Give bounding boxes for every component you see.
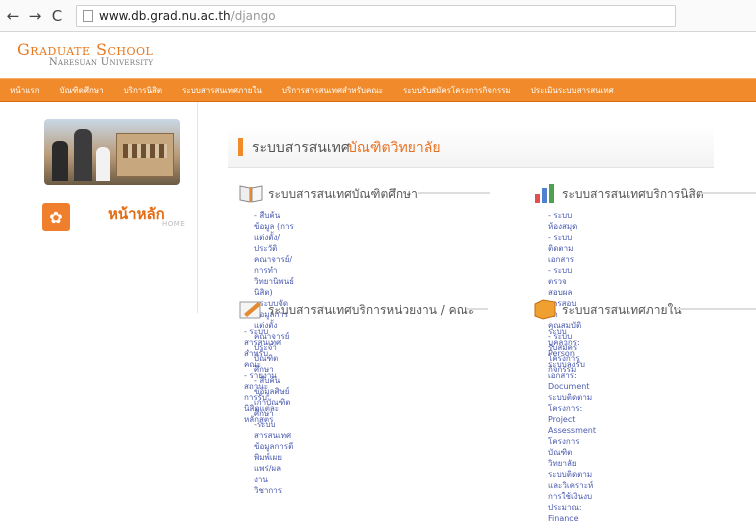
book-icon <box>239 185 263 203</box>
list-item[interactable]: - รายงานสถานะการรับนิสิตแต่ละ <box>244 370 281 414</box>
list-item[interactable]: - ระบบห้องสมุด <box>548 210 581 232</box>
list-item[interactable]: - สืบค้นข้อมูล (การแต่งตั้ง/ประวัติคณาจา… <box>254 210 294 276</box>
home-subtitle: HOME <box>162 220 186 228</box>
list-item[interactable]: วิทยานิพนธ์นิสิต) <box>254 276 294 298</box>
site-header: Graduate School Naresuan University <box>0 32 756 78</box>
section-title: ระบบสารสนเทศบัณฑิตศึกษา <box>268 187 418 201</box>
list-item[interactable]: Finance <box>548 513 596 524</box>
link-list: ระบบบุคลากร: Person ระบบลงรับเอกสาร: Doc… <box>548 326 596 524</box>
header-photo <box>44 119 180 185</box>
url-host: www.db.grad.nu.ac.th <box>99 8 231 23</box>
banner-title-highlight: บัณฑิตวิทยาลัย <box>348 140 441 156</box>
divider <box>702 192 756 194</box>
list-item[interactable]: โครงการบัณฑิตวิทยาลัย <box>548 436 596 469</box>
banner-accent <box>238 138 243 156</box>
page-banner: ระบบสารสนเทศ บัณฑิตวิทยาลัย <box>228 126 714 168</box>
pencil-icon <box>239 301 261 319</box>
page-icon <box>83 9 93 22</box>
list-item[interactable]: ระบบติดตาม และวิเคราะห์การใช้เงินงบประมา… <box>548 469 596 513</box>
main-nav: หน้าแรก บัณฑิตศึกษา บริการนิสิต ระบบสารส… <box>0 78 756 102</box>
nav-item-internal-systems[interactable]: ระบบสารสนเทศภายใน <box>172 84 272 97</box>
list-item[interactable]: ระบบบุคลากร: Person <box>548 326 596 359</box>
banner-title: ระบบสารสนเทศ <box>252 140 350 156</box>
nav-item-activity-registration[interactable]: ระบบรับสมัครโครงการกิจกรรม <box>393 84 521 97</box>
section-title: ระบบสารสนเทศบริการนิสิต <box>562 187 704 201</box>
address-bar[interactable]: www.db.grad.nu.ac.th /django <box>76 4 676 27</box>
left-sidebar: ✿ หน้าหลัก HOME <box>30 102 198 313</box>
list-item[interactable]: - ระบบติดตามเอกสาร <box>548 232 581 265</box>
nav-item-student-services[interactable]: บริการนิสิต <box>114 84 173 97</box>
divider <box>466 308 488 310</box>
reload-icon[interactable]: C <box>48 7 66 25</box>
list-item[interactable]: ระบบลงรับเอกสาร: Document <box>548 359 596 392</box>
browser-toolbar: ← → C www.db.grad.nu.ac.th /django <box>0 0 756 32</box>
divider <box>418 192 490 194</box>
person-figure <box>74 129 92 181</box>
main-content: ระบบสารสนเทศ บัณฑิตวิทยาลัย ระบบสารสนเทศ… <box>198 102 756 523</box>
list-item[interactable]: -ระบบสารสนเทศข้อมูลการตีพิมพ์เผยแพร่/ผลง… <box>254 419 294 496</box>
section-title: ระบบสารสนเทศภายใน <box>562 303 682 317</box>
nav-item-graduate[interactable]: บัณฑิตศึกษา <box>50 84 114 97</box>
forward-arrow-icon[interactable]: → <box>26 7 44 25</box>
list-item[interactable]: - ระบบสารสนเทศสำหรับคณะ <box>244 326 281 370</box>
back-arrow-icon[interactable]: ← <box>4 7 22 25</box>
home-title[interactable]: หน้าหลัก <box>108 202 165 226</box>
list-item[interactable]: ระบบติดตามโครงการ: Project Assessment <box>548 392 596 436</box>
building-image <box>116 133 174 177</box>
flower-icon[interactable]: ✿ <box>42 203 70 231</box>
nav-item-home[interactable]: หน้าแรก <box>0 84 50 97</box>
section-title: ระบบสารสนเทศบริการหน่วยงาน / คณะ <box>268 303 475 317</box>
nav-item-system-evaluation[interactable]: ประเมินระบบสารสนเทศ <box>521 84 624 97</box>
logo-subtitle: Naresuan University <box>49 57 154 68</box>
url-path: /django <box>230 8 276 23</box>
chart-icon <box>535 184 554 203</box>
person-figure <box>96 147 110 181</box>
person-figure <box>52 141 68 181</box>
nav-item-faculty-services[interactable]: บริการสารสนเทศสำหรับคณะ <box>272 84 393 97</box>
link-list: - ระบบสารสนเทศสำหรับคณะ - รายงานสถานะการ… <box>244 326 281 425</box>
divider <box>676 308 756 310</box>
list-item[interactable]: หลักสูตร <box>244 414 281 425</box>
folder-icon <box>534 299 556 320</box>
